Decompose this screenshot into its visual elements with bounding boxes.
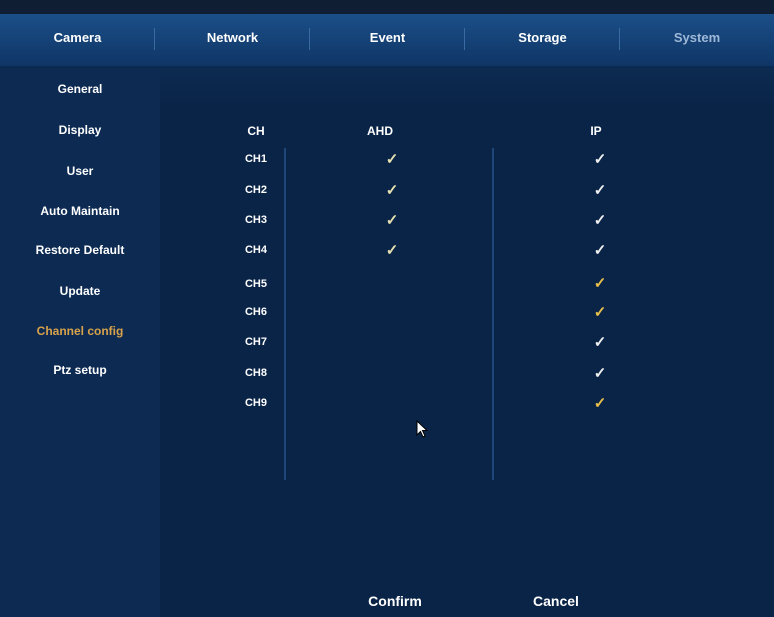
channel-label-ch4: CH4 (244, 244, 267, 256)
confirm-button[interactable]: Confirm (355, 590, 435, 612)
ip-checkbox-ch3[interactable]: ✓ (588, 211, 612, 229)
channel-label-ch6: CH6 (244, 306, 267, 318)
afd-checkbox-ch1[interactable]: ✓ (380, 150, 404, 168)
sidebar-item-restore-default[interactable]: Restore Default (0, 243, 160, 257)
ip-checkbox-ch9[interactable]: ✓ (588, 394, 612, 412)
mouse-cursor-icon (416, 420, 429, 438)
tab-storage[interactable]: Storage (465, 14, 620, 66)
tab-camera[interactable]: Camera (0, 14, 155, 66)
column-header-afd: AHD (367, 124, 393, 138)
channel-label-ch9: CH9 (244, 397, 267, 409)
cancel-button[interactable]: Cancel (516, 590, 596, 612)
afd-checkbox-ch4[interactable]: ✓ (380, 241, 404, 259)
tab-label: Event (369, 30, 406, 45)
tab-event[interactable]: Event (310, 14, 465, 66)
tab-label: Storage (518, 30, 567, 45)
ip-checkbox-ch8[interactable]: ✓ (588, 364, 612, 382)
column-header-ip: IP (590, 124, 602, 138)
channel-label-ch5: CH5 (244, 278, 267, 290)
channel-label-ch7: CH7 (244, 336, 267, 348)
sidebar-item-user[interactable]: User (0, 164, 160, 178)
ip-checkbox-ch6[interactable]: ✓ (588, 303, 612, 321)
column-divider (284, 148, 286, 480)
tab-network[interactable]: Network (155, 14, 310, 66)
tab-label: Camera (53, 30, 102, 45)
column-header-ch: CH (247, 124, 265, 138)
ip-checkbox-ch1[interactable]: ✓ (588, 150, 612, 168)
tab-system[interactable]: System (620, 14, 774, 66)
content-header-band (160, 68, 774, 108)
channel-label-ch8: CH8 (244, 367, 267, 379)
sidebar-item-general[interactable]: General (0, 82, 160, 96)
tab-bar: Camera Network Event Storage System (0, 14, 774, 68)
ip-checkbox-ch5[interactable]: ✓ (588, 274, 612, 292)
sidebar: General Display User Auto Maintain Resto… (0, 68, 160, 617)
column-divider (492, 148, 494, 480)
channel-label-ch1: CH1 (244, 153, 267, 165)
sidebar-item-channel-config[interactable]: Channel config (0, 324, 160, 338)
sidebar-item-auto-maintain[interactable]: Auto Maintain (0, 204, 160, 218)
top-strip (0, 0, 774, 14)
channel-label-ch2: CH2 (244, 184, 267, 196)
dvr-screen: Camera Network Event Storage System Gene… (0, 0, 774, 617)
ip-checkbox-ch4[interactable]: ✓ (588, 241, 612, 259)
ip-checkbox-ch2[interactable]: ✓ (588, 181, 612, 199)
ip-checkbox-ch7[interactable]: ✓ (588, 333, 612, 351)
sidebar-item-ptz-setup[interactable]: Ptz setup (0, 363, 160, 377)
tab-label: System (673, 30, 721, 45)
channel-label-ch3: CH3 (244, 214, 267, 226)
tab-label: Network (206, 30, 259, 45)
sidebar-item-display[interactable]: Display (0, 123, 160, 137)
sidebar-item-update[interactable]: Update (0, 284, 160, 298)
afd-checkbox-ch3[interactable]: ✓ (380, 211, 404, 229)
afd-checkbox-ch2[interactable]: ✓ (380, 181, 404, 199)
